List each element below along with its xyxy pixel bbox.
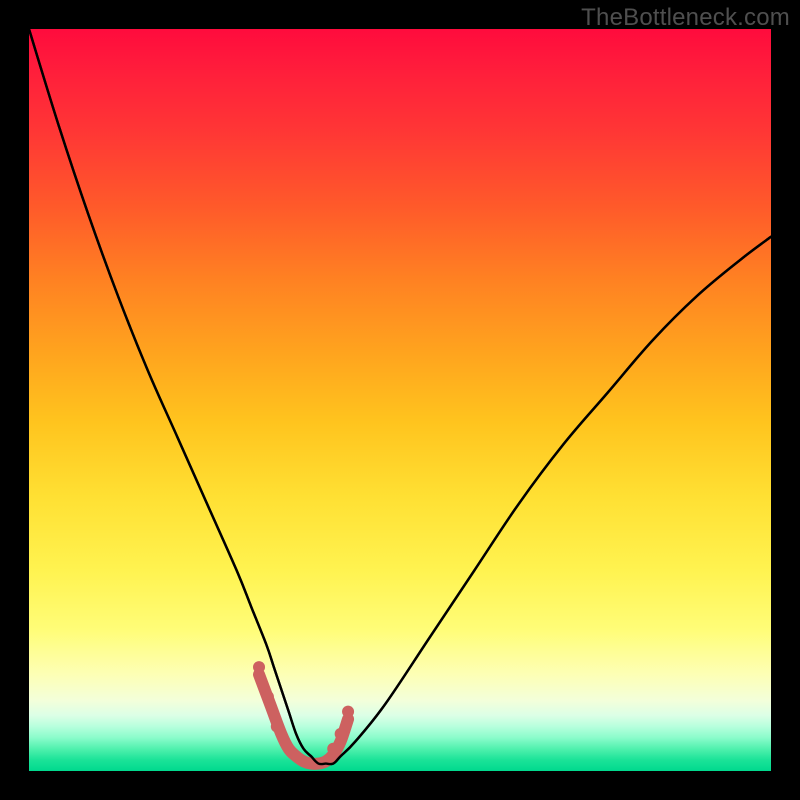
right-dot-2 xyxy=(335,728,347,740)
right-dot-3 xyxy=(342,706,354,718)
plot-area xyxy=(29,29,771,771)
left-dot-2 xyxy=(262,691,274,703)
chart-svg xyxy=(29,29,771,771)
bottleneck-curve-top xyxy=(29,29,771,764)
left-dot-1 xyxy=(253,661,265,673)
left-dot-3 xyxy=(271,720,283,732)
chart-frame: TheBottleneck.com xyxy=(0,0,800,800)
bottleneck-curve xyxy=(29,29,771,764)
right-dot-1 xyxy=(327,743,339,755)
watermark-text: TheBottleneck.com xyxy=(581,4,790,32)
